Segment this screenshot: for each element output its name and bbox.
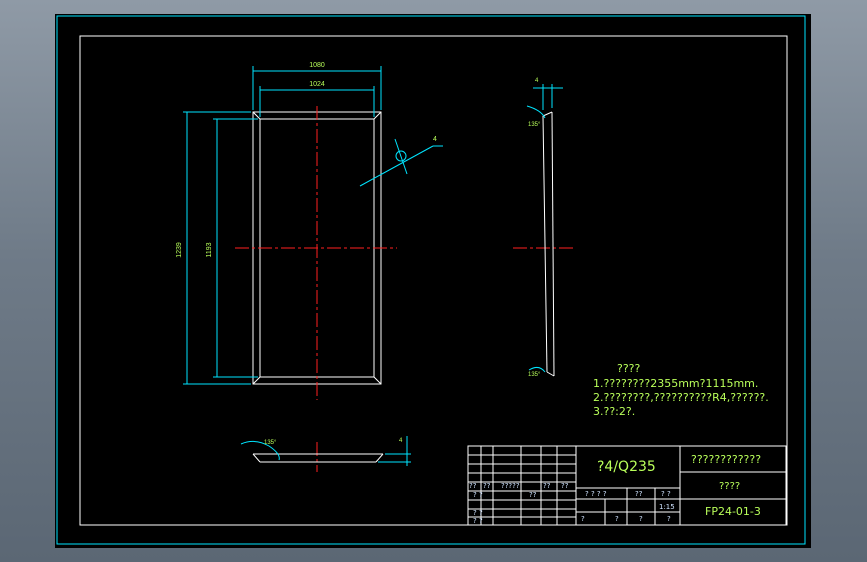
- inner-frame: [79, 35, 788, 526]
- tb-mid-2: ??: [635, 490, 643, 498]
- drawing-canvas: 1080 1024 1239 1193 4 4 135° 135° 135° 4: [56, 15, 806, 545]
- dim-angle-bottom: 135°: [528, 372, 541, 378]
- dim-width-inner: 1024: [309, 81, 325, 88]
- scale-label: 1:15: [659, 503, 675, 511]
- dim-height-outer: 1239: [176, 242, 183, 258]
- front-dimensions: [183, 66, 443, 385]
- tb-row2-2: ? ?: [473, 517, 483, 525]
- drawing-name-label: ????????????: [691, 453, 762, 466]
- tb-mid-1: ? ? ? ?: [585, 490, 607, 498]
- drawing-number-label: FP24-01-3: [705, 505, 761, 518]
- note-line-1: 1.????????2355mm?1115mm.: [593, 377, 759, 390]
- dim-height-inner: 1193: [206, 242, 213, 257]
- dim-thickness-top: 4: [535, 78, 539, 84]
- tb-header-2: ??: [483, 482, 491, 490]
- tb-bottom-2: ?: [615, 515, 619, 523]
- note-line-3: 3.??:2?.: [593, 405, 636, 418]
- cad-drawing-viewport[interactable]: 1080 1024 1239 1193 4 4 135° 135° 135° 4…: [55, 14, 811, 548]
- tb-header-3: ?????: [501, 482, 520, 490]
- dim-width-outer: 1080: [309, 62, 325, 69]
- bottom-view: [252, 453, 384, 463]
- tb-header-4: ??: [543, 482, 551, 490]
- tb-header-1: ??: [469, 482, 477, 490]
- tb-bottom-1: ?: [581, 515, 585, 523]
- material-label: ?4/Q235: [597, 459, 656, 475]
- side-dim-text: 4 135° 135°: [528, 78, 541, 378]
- tb-row2-1: ? ?: [473, 509, 483, 517]
- tb-mid-3: ? ?: [661, 490, 671, 498]
- note-line-2: 2.????????,??????????R4,??????.: [593, 391, 769, 404]
- side-view: [542, 111, 555, 377]
- dim-angle-bottom-view: 135°: [264, 440, 277, 446]
- dim-edge-thickness: 4: [399, 438, 403, 444]
- tb-bottom-3: ?: [639, 515, 643, 523]
- tb-row1-2: ??: [529, 491, 537, 499]
- tb-header-5: ??: [561, 482, 569, 490]
- tb-bottom-4: ?: [667, 515, 671, 523]
- bottom-dim-text: 135° 4: [264, 438, 403, 446]
- tb-row1-1: ? ?: [473, 491, 483, 499]
- part-name-label: ????: [719, 481, 741, 492]
- notes-title: ????: [617, 362, 641, 375]
- dim-chamfer: 4: [433, 136, 437, 143]
- center-lines: [235, 106, 573, 472]
- dim-angle-top: 135°: [528, 122, 541, 128]
